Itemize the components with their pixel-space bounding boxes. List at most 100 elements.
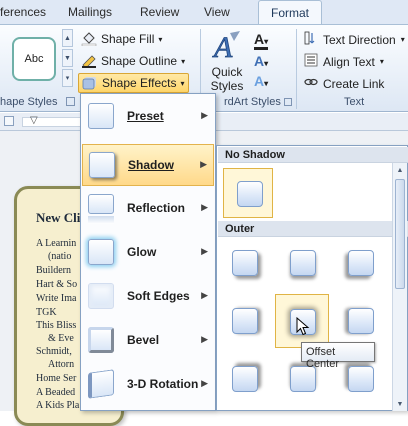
- dialog-launcher-icon[interactable]: [284, 98, 292, 106]
- flyer-line: Attorn: [48, 359, 75, 370]
- group-separator: [296, 29, 297, 109]
- link-icon: [304, 75, 318, 92]
- gallery-more-arrow[interactable]: ▾: [62, 69, 73, 87]
- no-shadow-header: No Shadow: [218, 147, 408, 163]
- text-fill-color-bar: [254, 47, 268, 50]
- shadow-gallery: No Shadow Outer ▲ ▼: [216, 145, 408, 411]
- shape-outline-button[interactable]: Shape Outline ▾: [78, 51, 188, 71]
- shape-preview: [290, 250, 316, 276]
- shape-styles-group-label: hape Styles: [0, 96, 58, 108]
- shadow-option-outer[interactable]: [219, 354, 269, 404]
- scroll-up-icon[interactable]: ▲: [394, 164, 406, 176]
- gallery-up-arrow[interactable]: ▲: [62, 29, 73, 47]
- flyer-line: Hart & So: [36, 279, 78, 290]
- chevron-right-icon: ▶: [201, 246, 208, 256]
- quick-styles-label-1: Quick: [211, 65, 243, 79]
- text-group-label: Text: [344, 96, 365, 108]
- tab-review[interactable]: Review: [140, 5, 179, 19]
- shadow-option-outer[interactable]: [335, 238, 385, 288]
- scroll-down-icon[interactable]: ▼: [394, 398, 406, 410]
- flyer-line: & Eve: [48, 333, 74, 344]
- tab-format[interactable]: Format: [258, 0, 323, 25]
- menu-item-reflection[interactable]: Reflection ▶: [82, 188, 214, 230]
- quick-styles-label-2: Styles: [210, 79, 244, 93]
- flyer-line: Buildern: [36, 265, 71, 276]
- text-effects-icon[interactable]: A▾: [254, 73, 268, 89]
- align-text-label: Align Text: [323, 54, 375, 69]
- tab-mailings[interactable]: Mailings: [68, 5, 112, 19]
- menu-item-label: 3-D Rotation: [127, 377, 199, 391]
- shape-style-sample[interactable]: Abc: [12, 37, 56, 81]
- pencil-icon: [81, 54, 97, 69]
- flyer-line: Write Ima: [36, 293, 77, 304]
- shape-preview: [348, 250, 374, 276]
- shape-preview: [232, 250, 258, 276]
- menu-item-label: Reflection: [127, 201, 186, 215]
- chevron-down-icon: ▾: [400, 35, 405, 44]
- text-fill-icon[interactable]: A▾: [254, 31, 268, 47]
- shadow-option-outer[interactable]: [219, 296, 269, 346]
- shape-outline-label: Shape Outline: [101, 54, 178, 68]
- menu-item-preset[interactable]: Preset ▶: [82, 96, 214, 138]
- soft-edges-icon: [88, 283, 114, 309]
- align-text-button[interactable]: Align Text ▾: [304, 53, 384, 70]
- create-link-label: Create Link: [323, 76, 385, 91]
- text-direction-button[interactable]: Text Direction ▾: [304, 31, 405, 48]
- indent-marker-icon[interactable]: ▽: [30, 115, 38, 126]
- shape-effects-button[interactable]: Shape Effects ▾: [78, 73, 189, 93]
- chevron-right-icon: ▶: [200, 159, 207, 169]
- shadow-option-outer[interactable]: [277, 238, 327, 288]
- flyer-line: A Beaded: [36, 387, 76, 398]
- shape-preview: [232, 366, 258, 392]
- reflection-icon: [88, 194, 114, 214]
- tab-references[interactable]: ferences: [0, 5, 46, 19]
- preset-icon: [88, 103, 114, 129]
- chevron-right-icon: ▶: [201, 334, 208, 344]
- tab-selector-icon[interactable]: [4, 116, 14, 126]
- wordart-styles-group-label: rdArt Styles: [224, 96, 281, 108]
- chevron-right-icon: ▶: [201, 110, 208, 120]
- bevel-icon: [88, 327, 114, 353]
- menu-item-shadow[interactable]: Shadow ▶: [82, 144, 214, 186]
- glow-icon: [88, 239, 114, 265]
- mouse-cursor-icon: [296, 316, 310, 340]
- outer-header: Outer: [218, 221, 408, 237]
- shape-fill-button[interactable]: Shape Fill ▾: [78, 29, 165, 49]
- shadow-option-outer[interactable]: [219, 238, 269, 288]
- chevron-down-icon: ▾: [180, 78, 185, 88]
- flyer-line: Schmidt,: [36, 346, 72, 357]
- flyer-line: A Kids Pla: [36, 400, 80, 411]
- scroll-thumb[interactable]: [395, 179, 405, 289]
- chevron-down-icon: ▾: [181, 56, 186, 66]
- menu-item-label: Glow: [127, 245, 157, 259]
- menu-item-label: Preset: [127, 109, 164, 123]
- gallery-scrollbar[interactable]: ▲ ▼: [392, 163, 407, 411]
- menu-item-glow[interactable]: Glow ▶: [82, 232, 214, 274]
- dialog-launcher-icon[interactable]: [66, 97, 75, 106]
- create-link-button[interactable]: Create Link: [304, 75, 384, 92]
- text-outline-icon[interactable]: A▾: [254, 53, 268, 69]
- shape-fill-label: Shape Fill: [101, 32, 155, 46]
- menu-item-3d-rotation[interactable]: 3-D Rotation ▶: [82, 364, 214, 406]
- quick-styles-button[interactable]: A Quick Styles: [206, 29, 248, 93]
- flyer-line: This Bliss: [36, 320, 77, 331]
- ribbon-tabs: ferences Mailings Review View Format: [0, 0, 408, 25]
- shadow-option-outer[interactable]: [335, 296, 385, 346]
- shape-effects-label: Shape Effects: [102, 76, 177, 90]
- tooltip: Offset Center: [301, 342, 375, 370]
- text-direction-icon: [304, 31, 318, 48]
- svg-text:A: A: [212, 31, 233, 63]
- chevron-right-icon: ▶: [201, 378, 208, 388]
- menu-item-soft-edges[interactable]: Soft Edges ▶: [82, 276, 214, 318]
- menu-item-bevel[interactable]: Bevel ▶: [82, 320, 214, 362]
- shape-preview: [237, 181, 263, 207]
- shape-preview: [232, 308, 258, 334]
- reflection-mirror: [88, 216, 114, 224]
- shadow-option-none[interactable]: [223, 168, 273, 218]
- shape-preview: [348, 366, 374, 392]
- menu-item-label: Shadow: [128, 158, 175, 172]
- tab-view[interactable]: View: [204, 5, 230, 19]
- flyer-line: A Learnin: [36, 238, 77, 249]
- gallery-down-arrow[interactable]: ▼: [62, 49, 73, 67]
- shadow-icon: [89, 152, 115, 178]
